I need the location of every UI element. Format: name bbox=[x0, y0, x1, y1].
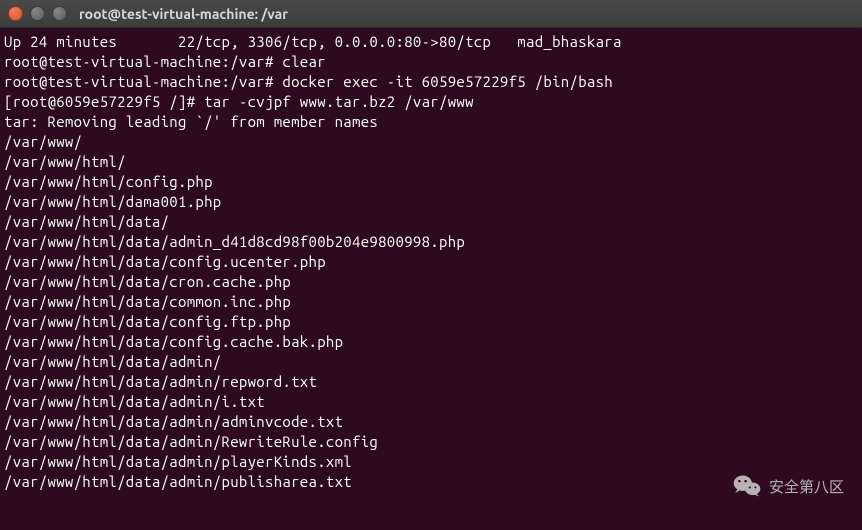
window-controls bbox=[8, 6, 67, 21]
minimize-icon[interactable] bbox=[30, 6, 45, 21]
terminal-line: /var/www/html/ bbox=[4, 152, 858, 172]
maximize-icon[interactable] bbox=[52, 6, 67, 21]
terminal-line: /var/www/html/data/admin/adminvcode.txt bbox=[4, 412, 858, 432]
terminal-line: /var/www/html/data/admin/RewriteRule.con… bbox=[4, 432, 858, 452]
watermark: 安全第八区 bbox=[733, 474, 844, 498]
terminal-line: /var/www/ bbox=[4, 132, 858, 152]
terminal-line: root@test-virtual-machine:/var# docker e… bbox=[4, 72, 858, 92]
watermark-text: 安全第八区 bbox=[769, 476, 844, 497]
terminal-line: /var/www/html/data/admin_d41d8cd98f00b20… bbox=[4, 232, 858, 252]
terminal-line: /var/www/html/data/config.ucenter.php bbox=[4, 252, 858, 272]
terminal-line: /var/www/html/data/common.inc.php bbox=[4, 292, 858, 312]
terminal-line: /var/www/html/data/admin/publisharea.txt bbox=[4, 472, 858, 492]
wechat-icon bbox=[733, 474, 761, 498]
terminal-line: /var/www/html/config.php bbox=[4, 172, 858, 192]
terminal-line: [root@6059e57229f5 /]# tar -cvjpf www.ta… bbox=[4, 92, 858, 112]
window-titlebar: root@test-virtual-machine: /var bbox=[0, 0, 862, 28]
terminal-line: /var/www/html/data/config.ftp.php bbox=[4, 312, 858, 332]
terminal-line: /var/www/html/data/admin/ bbox=[4, 352, 858, 372]
terminal-line: /var/www/html/dama001.php bbox=[4, 192, 858, 212]
window-title: root@test-virtual-machine: /var bbox=[79, 6, 288, 22]
terminal-line: root@test-virtual-machine:/var# clear bbox=[4, 52, 858, 72]
terminal-line: Up 24 minutes 22/tcp, 3306/tcp, 0.0.0.0:… bbox=[4, 32, 858, 52]
terminal-line: tar: Removing leading `/' from member na… bbox=[4, 112, 858, 132]
terminal-line: /var/www/html/data/admin/i.txt bbox=[4, 392, 858, 412]
terminal-line: /var/www/html/data/ bbox=[4, 212, 858, 232]
terminal-line: /var/www/html/data/admin/playerKinds.xml bbox=[4, 452, 858, 472]
terminal-line: /var/www/html/data/cron.cache.php bbox=[4, 272, 858, 292]
terminal-line: /var/www/html/data/admin/repword.txt bbox=[4, 372, 858, 392]
terminal-output[interactable]: Up 24 minutes 22/tcp, 3306/tcp, 0.0.0.0:… bbox=[0, 28, 862, 496]
close-icon[interactable] bbox=[8, 6, 23, 21]
terminal-line: /var/www/html/data/config.cache.bak.php bbox=[4, 332, 858, 352]
